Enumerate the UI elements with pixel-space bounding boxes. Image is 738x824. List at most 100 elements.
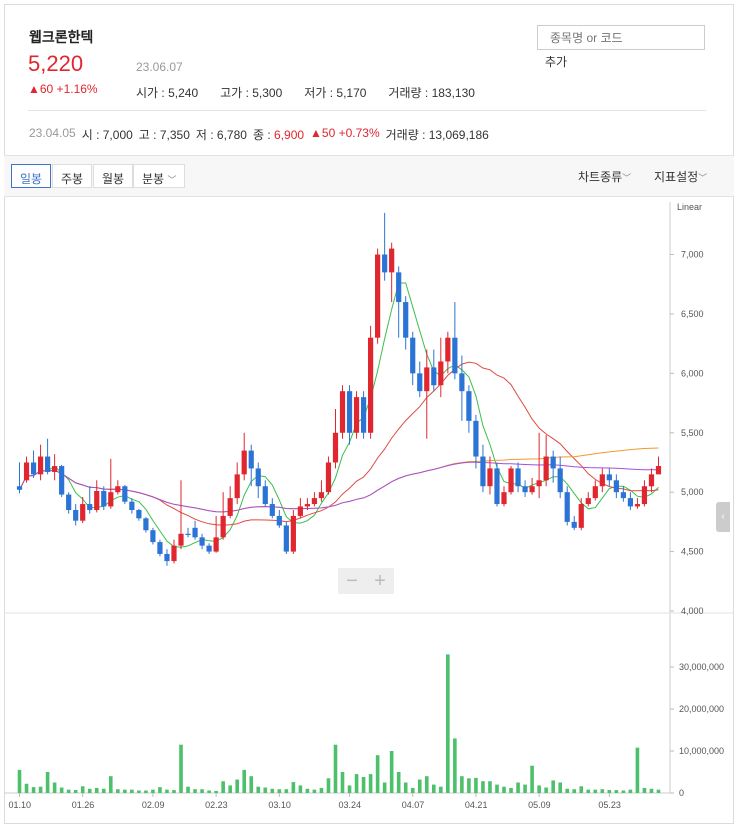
price-tick-label: 6,500 (681, 309, 704, 319)
volume-tick-label: 10,000,000 (679, 746, 724, 756)
chart-toolbar: 일봉 주봉 월봉 분봉 ﹀ 차트종류﹀ 지표설정﹀ (4, 155, 734, 197)
volume-bar (516, 782, 520, 793)
hover-ohlc-readout: 23.04.05 시 : 7,000 고 : 7,350 저 : 6,780 종… (29, 126, 489, 143)
volume-bar (579, 786, 584, 793)
hover-close-label: 종 : (252, 128, 271, 142)
candlestick-chart[interactable]: Linear 7,000 6,500 6,000 5,500 5,000 4,500 4,00… (4, 197, 734, 824)
volume-bar (235, 779, 239, 793)
high-value: 5,300 (252, 86, 283, 100)
volume-bar (523, 784, 527, 793)
candle-body (297, 506, 303, 516)
stock-search-input[interactable] (537, 25, 705, 50)
hover-date: 23.04.05 (29, 126, 76, 140)
zoom-out-button[interactable]: − (346, 570, 358, 593)
candle-body (473, 420, 479, 457)
candle-body (641, 486, 648, 505)
candle-body (185, 533, 191, 535)
volume-bar (530, 765, 534, 793)
volume-bar (277, 789, 282, 793)
price-chart-area[interactable]: Linear 7,000 6,500 6,000 5,500 5,000 4,500 4,00… (4, 197, 734, 824)
volume-bar (600, 789, 605, 793)
candle-body (360, 397, 367, 433)
candle-body (248, 450, 254, 469)
date-tick-label: 03.10 (268, 800, 291, 810)
divider (28, 110, 706, 111)
candle-body (389, 248, 395, 273)
tab-daily[interactable]: 일봉 (11, 164, 52, 188)
volume-bar (284, 789, 289, 793)
candle-body (459, 373, 465, 392)
date-tick-label: 02.09 (142, 800, 165, 810)
volume-bar (179, 744, 183, 793)
candle-body (157, 542, 163, 554)
candle-body (445, 337, 451, 362)
volume-bar (123, 789, 127, 793)
volume-bar (228, 785, 232, 793)
candle-body (543, 456, 549, 481)
candle-body (396, 272, 402, 303)
volume-bar (158, 787, 162, 793)
zoom-in-button[interactable]: + (374, 570, 386, 593)
volume-bar (186, 786, 190, 793)
volume-bar (614, 790, 619, 793)
chart-type-menu[interactable]: 차트종류﹀ (578, 168, 631, 185)
volume-bar (319, 787, 324, 793)
candle-body (494, 468, 500, 505)
candle-body (480, 456, 486, 487)
chevron-down-icon: ﹀ (622, 173, 632, 183)
volume-bar (108, 776, 113, 793)
candle-body (80, 504, 86, 521)
volume-bar (312, 789, 317, 793)
candle-body (66, 494, 72, 510)
hover-change: ▲50 +0.73% (310, 126, 380, 140)
volume-bar (642, 787, 647, 793)
volume-bar (291, 782, 296, 793)
panel-expand-handle[interactable]: ‹ (716, 502, 730, 532)
candle-body (522, 486, 528, 493)
chevron-down-icon: ﹀ (167, 175, 177, 185)
hover-volume: 거래량 : 13,069,186 (385, 128, 489, 142)
volume-bar (130, 789, 134, 793)
volume-bar (467, 778, 471, 793)
tab-minute-label: 분봉 (142, 172, 165, 186)
tab-minute[interactable]: 분봉 ﹀ (133, 164, 186, 188)
candle-body (290, 515, 296, 552)
volume-bar (101, 788, 106, 793)
volume-bar (144, 790, 148, 793)
price-tick-label: 6,000 (681, 368, 704, 378)
candle-body (94, 490, 100, 510)
hover-open: 시 : 7,000 (81, 128, 133, 142)
add-button[interactable]: 추가 (545, 53, 567, 70)
quote-date: 23.06.07 (136, 60, 183, 74)
candle-body (346, 391, 353, 433)
candle-body (73, 510, 79, 521)
candle-body (564, 492, 570, 522)
volume-bar (537, 785, 541, 793)
volume-bar (116, 789, 120, 793)
candle-body (30, 462, 37, 475)
hover-low: 저 : 6,780 (195, 128, 247, 142)
tab-weekly[interactable]: 주봉 (52, 164, 93, 188)
volume-bar (403, 782, 408, 793)
candle-body (318, 492, 325, 499)
indicator-settings-menu[interactable]: 지표설정﹀ (654, 168, 707, 185)
volume-bar (59, 787, 64, 793)
tab-monthly[interactable]: 월봉 (93, 164, 134, 188)
volume-bar (488, 781, 492, 793)
candle-body (557, 468, 563, 493)
ohlc-summary: 시가 : 5,240 고가 : 5,300 저가 : 5,170 거래량 : 1… (136, 86, 475, 100)
price-tick-label: 7,000 (681, 250, 704, 260)
volume-bar (73, 790, 78, 793)
ma5-line (19, 282, 659, 548)
current-price: 5,220 (28, 51, 84, 76)
volume-value: 183,130 (431, 86, 475, 100)
candle-body (578, 504, 584, 528)
candle-body (508, 468, 514, 493)
candle-body (220, 515, 226, 538)
volume-bar (628, 789, 633, 793)
candle-body (59, 466, 65, 495)
volume-bar (424, 776, 429, 793)
volume-bar (417, 779, 422, 793)
candle-body (44, 456, 51, 472)
date-tick-label: 05.23 (598, 800, 621, 810)
